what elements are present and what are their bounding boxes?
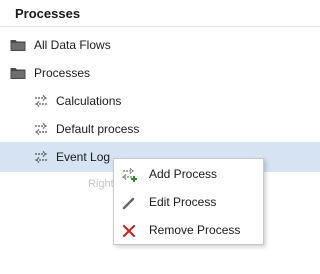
menu-item-label: Add Process <box>149 167 218 181</box>
tree-item-all-data-flows[interactable]: All Data Flows <box>0 30 320 60</box>
remove-process-menu-item[interactable]: Remove Process <box>114 216 263 244</box>
tree-item-processes[interactable]: Processes <box>0 58 320 88</box>
process-flow-icon <box>35 151 47 163</box>
tree-item-label: Processes <box>34 66 91 80</box>
panel-header: Processes <box>0 0 320 27</box>
tree-item-default-process[interactable]: Default process <box>0 114 320 144</box>
menu-item-label: Remove Process <box>149 223 241 237</box>
add-process-menu-item[interactable]: Add Process <box>114 160 263 188</box>
tree-item-label: All Data Flows <box>34 38 111 52</box>
tree-item-label: Event Log <box>56 150 111 164</box>
folder-icon <box>10 40 26 51</box>
add-process-icon <box>122 168 137 182</box>
folder-icon <box>10 68 26 79</box>
menu-item-label: Edit Process <box>149 195 217 209</box>
panel-title: Processes <box>15 6 81 21</box>
hint-text: Right <box>88 178 114 190</box>
pencil-icon <box>122 197 135 210</box>
tree-item-label: Default process <box>56 122 140 136</box>
process-flow-icon <box>35 123 47 135</box>
processes-panel: Processes All Data Flows Processes Calcu… <box>0 0 320 274</box>
tree-item-calculations[interactable]: Calculations <box>0 86 320 116</box>
process-flow-icon <box>35 95 47 107</box>
remove-icon <box>122 224 136 238</box>
tree-item-label: Calculations <box>56 94 122 108</box>
edit-process-menu-item[interactable]: Edit Process <box>114 188 263 216</box>
context-menu: Add Process Edit Process Remove Process <box>113 158 264 245</box>
